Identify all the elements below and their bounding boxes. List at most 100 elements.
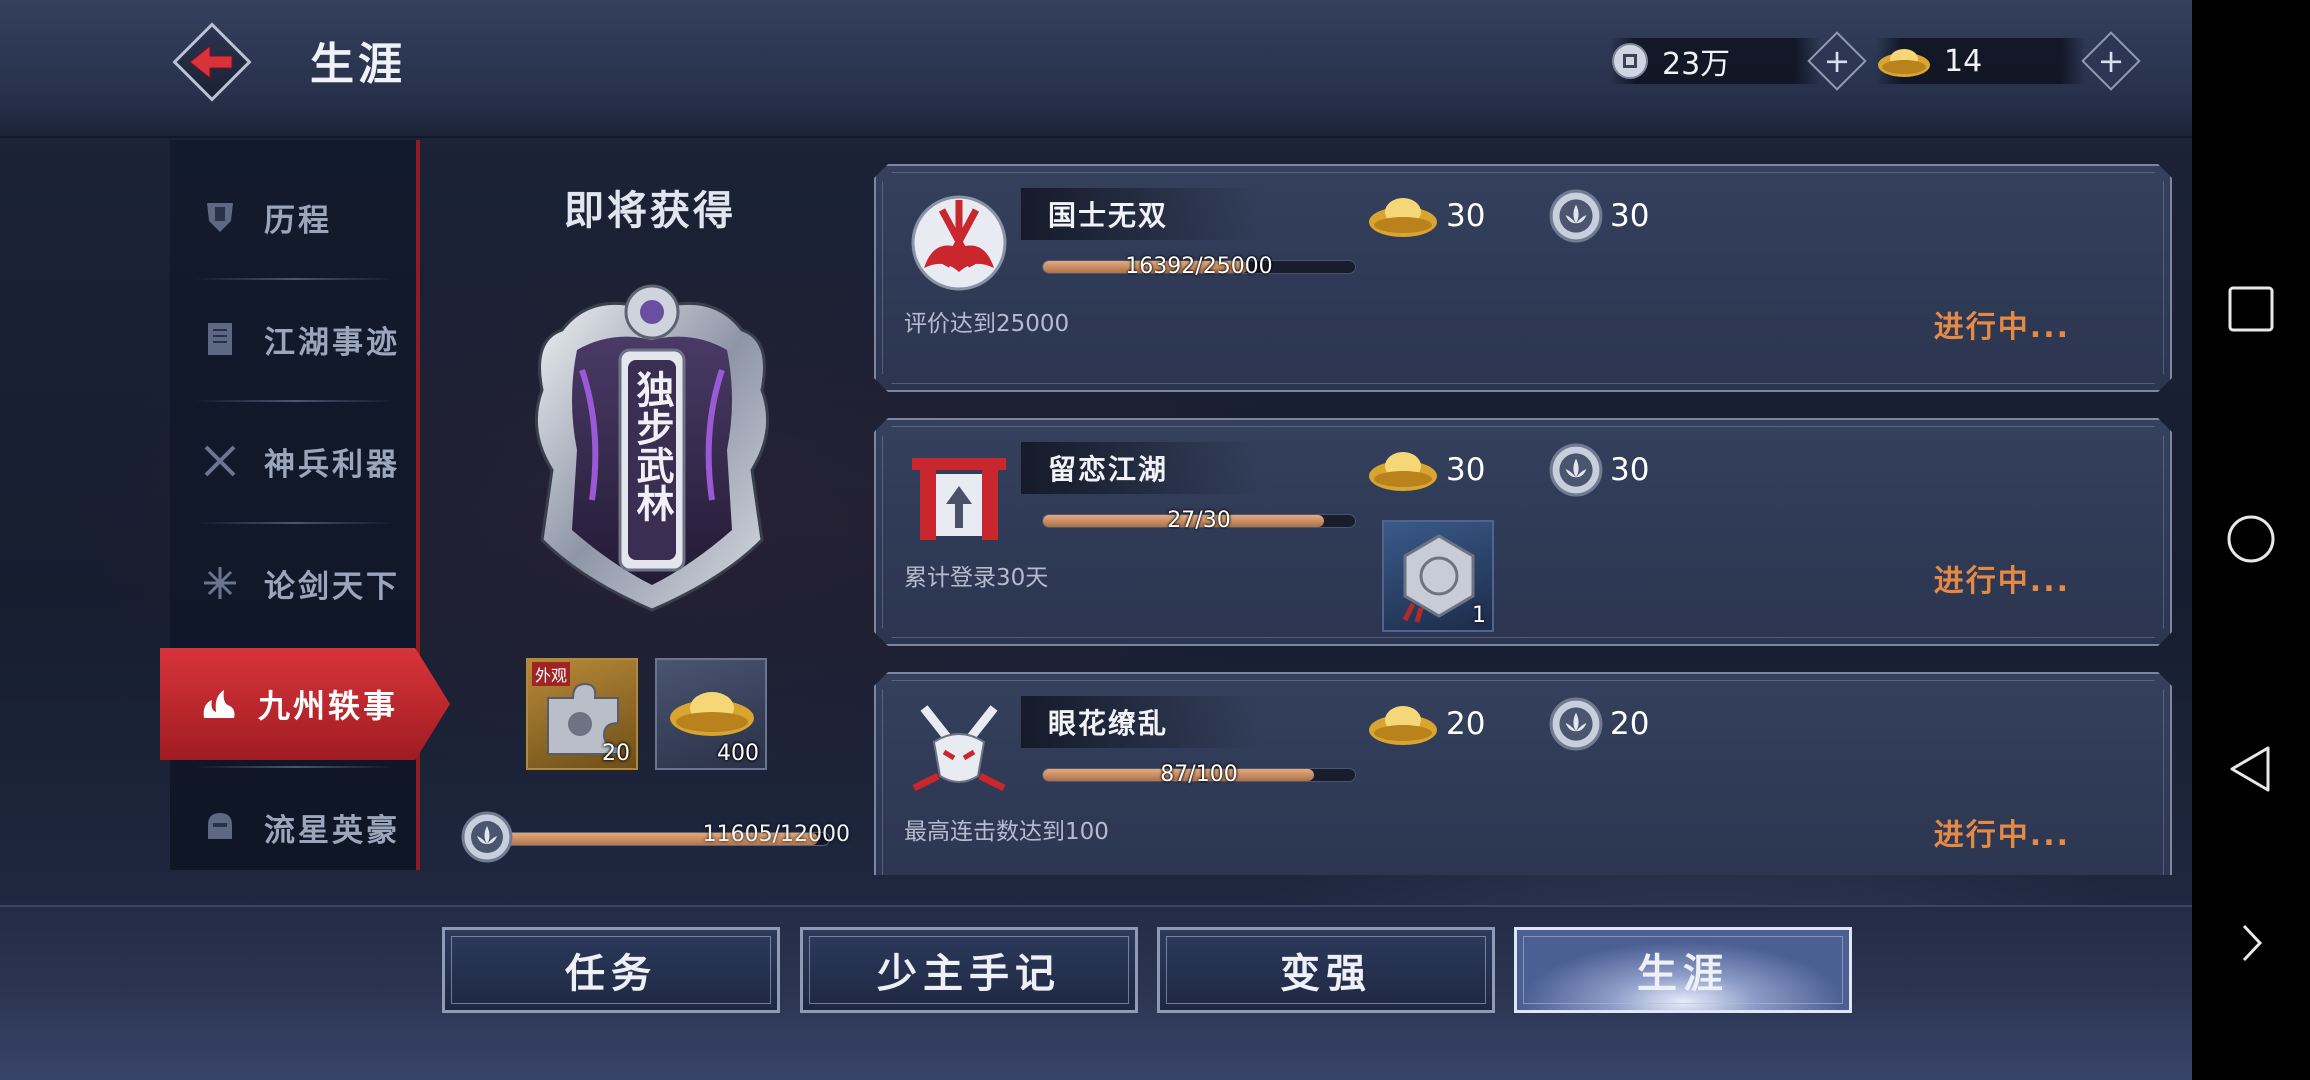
lotus-reward: 30: [1548, 186, 1649, 246]
task-description: 累计登录30天: [904, 565, 1049, 591]
upcoming-reward-panel: 即将获得 独步武林 外观 20 400 11605/12000: [450, 150, 850, 870]
lotus-coin-icon: [1548, 696, 1604, 752]
reward-item-appearance[interactable]: 外观 20: [526, 658, 638, 770]
sidebar-item-duel[interactable]: 论剑天下: [170, 522, 420, 644]
back-nav-button[interactable]: [2226, 744, 2276, 794]
task-status[interactable]: 进行中...: [1934, 556, 2070, 600]
chevron-right-icon: [2242, 924, 2263, 962]
home-button[interactable]: [2226, 514, 2276, 564]
system-navigation-bar: [2192, 0, 2310, 1080]
top-bar: 生涯 23万 + 14 +: [0, 0, 2192, 138]
gold-currency: 14: [1876, 38, 2086, 84]
gold-reward: 30: [1366, 440, 1485, 500]
task-progress-text: 87/100: [1160, 762, 1238, 787]
task-progress-text: 16392/25000: [1125, 254, 1273, 279]
silver-coin-icon: [1612, 43, 1648, 79]
gold-ingot-icon: [670, 692, 754, 736]
item-count: 20: [602, 741, 630, 766]
tab-label: 少主手记: [877, 950, 1061, 997]
tab-career[interactable]: 生涯: [1514, 927, 1852, 1013]
reward-title: 即将获得: [564, 187, 736, 234]
task-list[interactable]: 国士无双 16392/25000 评价达到25000 30 30 进行中... …: [872, 160, 2177, 875]
sidebar-item-label: 九州轶事: [258, 687, 399, 725]
gold-reward-amount: 30: [1446, 198, 1486, 234]
sidebar-item-label: 神兵利器: [264, 446, 400, 483]
sidebar-item-history[interactable]: 历程: [170, 156, 420, 278]
triangle-back-icon: [2230, 746, 2270, 792]
task-progress-text: 27/30: [1167, 508, 1231, 533]
title-badge: 独步武林: [522, 270, 782, 624]
tab-tasks[interactable]: 任务: [442, 927, 780, 1013]
gold-ingot-icon: [1878, 49, 1930, 77]
reward-item-gold[interactable]: 400: [655, 658, 767, 770]
task-card: 眼花缭乱 87/100 最高连击数达到100 20 20 进行中...: [874, 672, 2172, 875]
sidebar-item-label: 流星英豪: [264, 812, 400, 849]
sidebar-item-weapons[interactable]: 神兵利器: [170, 400, 420, 522]
circle-icon: [2227, 515, 2275, 563]
expand-button[interactable]: [2226, 918, 2276, 968]
reward-item-token[interactable]: 1: [1382, 520, 1494, 632]
task-description: 最高连击数达到100: [904, 819, 1109, 845]
gate-arrow-icon: [904, 442, 1014, 552]
task-name: 国士无双: [1048, 199, 1169, 232]
tab-strengthen[interactable]: 变强: [1157, 927, 1495, 1013]
recent-apps-button[interactable]: [2226, 284, 2276, 334]
flame-icon: [200, 684, 240, 724]
book-icon: [200, 319, 240, 359]
lotus-reward-amount: 30: [1610, 198, 1650, 234]
lotus-reward-amount: 30: [1610, 452, 1650, 488]
badge-text: 独步武林: [630, 370, 675, 522]
crossed-swords-emblem-icon: [904, 188, 1014, 298]
add-gold-button[interactable]: +: [2081, 31, 2141, 91]
tab-label: 任务: [565, 950, 657, 997]
lotus-reward-amount: 20: [1610, 706, 1650, 742]
task-card: 国士无双 16392/25000 评价达到25000 30 30 进行中...: [874, 164, 2172, 392]
lotus-reward: 30: [1548, 440, 1649, 500]
gold-reward: 30: [1366, 186, 1485, 246]
game-screen: 生涯 23万 + 14 + 历程 江湖事迹 神兵利器 论剑天下 流星英豪 九州轶…: [0, 0, 2192, 1080]
bottom-tab-bar: 任务 少主手记 变强 生涯: [0, 905, 2192, 1080]
lotus-coin-icon: [1548, 188, 1604, 244]
gold-reward-amount: 30: [1446, 452, 1486, 488]
item-count: 400: [717, 741, 759, 766]
task-status[interactable]: 进行中...: [1934, 302, 2070, 346]
sidebar-item-label: 历程: [264, 202, 332, 239]
gold-ingot-icon: [1366, 190, 1440, 242]
plus-icon: +: [2097, 42, 2125, 80]
lotus-reward: 20: [1548, 694, 1649, 754]
masked-warrior-icon: [904, 696, 1014, 806]
tab-label: 生涯: [1637, 950, 1729, 997]
tab-label: 变强: [1280, 950, 1372, 997]
back-button[interactable]: [172, 22, 252, 102]
square-icon: [2228, 286, 2274, 332]
gold-ingot-icon: [1366, 444, 1440, 496]
career-progress-text: 11605/12000: [702, 822, 850, 847]
gold-reward: 20: [1366, 694, 1485, 754]
gold-reward-amount: 20: [1446, 706, 1486, 742]
starburst-icon: [200, 563, 240, 603]
lotus-coin-icon: [1548, 442, 1604, 498]
helmet-icon: [200, 807, 240, 847]
tab-notes[interactable]: 少主手记: [800, 927, 1138, 1013]
career-progress-bar: 11605/12000: [460, 810, 850, 866]
sidebar-item-anecdotes[interactable]: 九州轶事: [160, 648, 450, 760]
sidebar-item-heroes[interactable]: 流星英豪: [170, 766, 420, 888]
crossed-swords-icon: [200, 441, 240, 481]
lotus-coin-icon: [461, 811, 513, 863]
sidebar-item-label: 论剑天下: [264, 568, 400, 605]
gold-amount: 14: [1944, 43, 1983, 79]
task-name: 留恋江湖: [1048, 453, 1169, 486]
page-title: 生涯: [310, 39, 406, 90]
silver-currency: 23万: [1610, 38, 1820, 84]
shield-icon: [200, 197, 240, 237]
task-status[interactable]: 进行中...: [1934, 810, 2070, 854]
silver-amount: 23万: [1662, 47, 1731, 82]
category-sidebar: 历程 江湖事迹 神兵利器 论剑天下 流星英豪: [170, 140, 420, 870]
plus-icon: +: [1823, 42, 1851, 80]
task-name: 眼花缭乱: [1048, 707, 1169, 740]
item-count: 1: [1472, 603, 1486, 628]
task-description: 评价达到25000: [904, 311, 1070, 337]
sidebar-item-deeds[interactable]: 江湖事迹: [170, 278, 420, 400]
gold-ingot-icon: [1366, 698, 1440, 750]
sidebar-item-label: 江湖事迹: [264, 324, 400, 361]
